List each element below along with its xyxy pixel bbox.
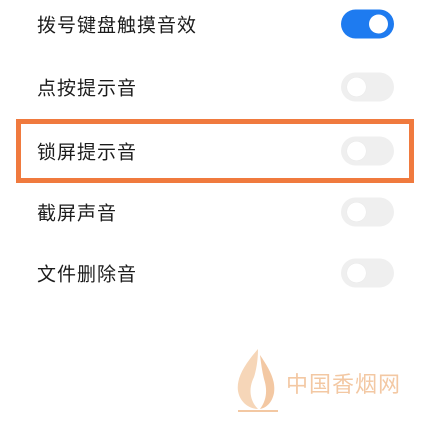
toggle-knob	[369, 14, 388, 34]
toggle-knob	[347, 263, 366, 283]
flame-leaf-logo-icon	[237, 349, 278, 412]
dialpad-touch-sound-toggle[interactable]	[341, 9, 394, 39]
screenshot-sound-toggle[interactable]	[341, 197, 394, 227]
sound-settings-list: 拨号键盘触摸音效 点按提示音 锁屏提示音 截屏声音 文件删除音	[0, 0, 422, 300]
setting-row-screenshot-sound[interactable]: 截屏声音	[0, 184, 422, 240]
setting-label: 点按提示音	[37, 77, 138, 100]
setting-row-tap-sound[interactable]: 点按提示音	[0, 59, 422, 115]
setting-label: 截屏声音	[37, 202, 118, 225]
watermark: 中国香烟网	[228, 345, 418, 415]
file-delete-sound-toggle[interactable]	[341, 258, 394, 288]
toggle-knob	[347, 202, 366, 222]
setting-label: 拨号键盘触摸音效	[37, 14, 198, 37]
toggle-knob	[347, 77, 366, 97]
setting-row-dialpad-touch-sound[interactable]: 拨号键盘触摸音效	[0, 0, 422, 52]
watermark-text: 中国香烟网	[286, 373, 402, 398]
setting-label: 文件删除音	[37, 263, 138, 286]
tap-sound-toggle[interactable]	[341, 72, 394, 102]
setting-row-file-delete-sound[interactable]: 文件删除音	[0, 245, 422, 301]
highlight-box	[16, 119, 414, 183]
